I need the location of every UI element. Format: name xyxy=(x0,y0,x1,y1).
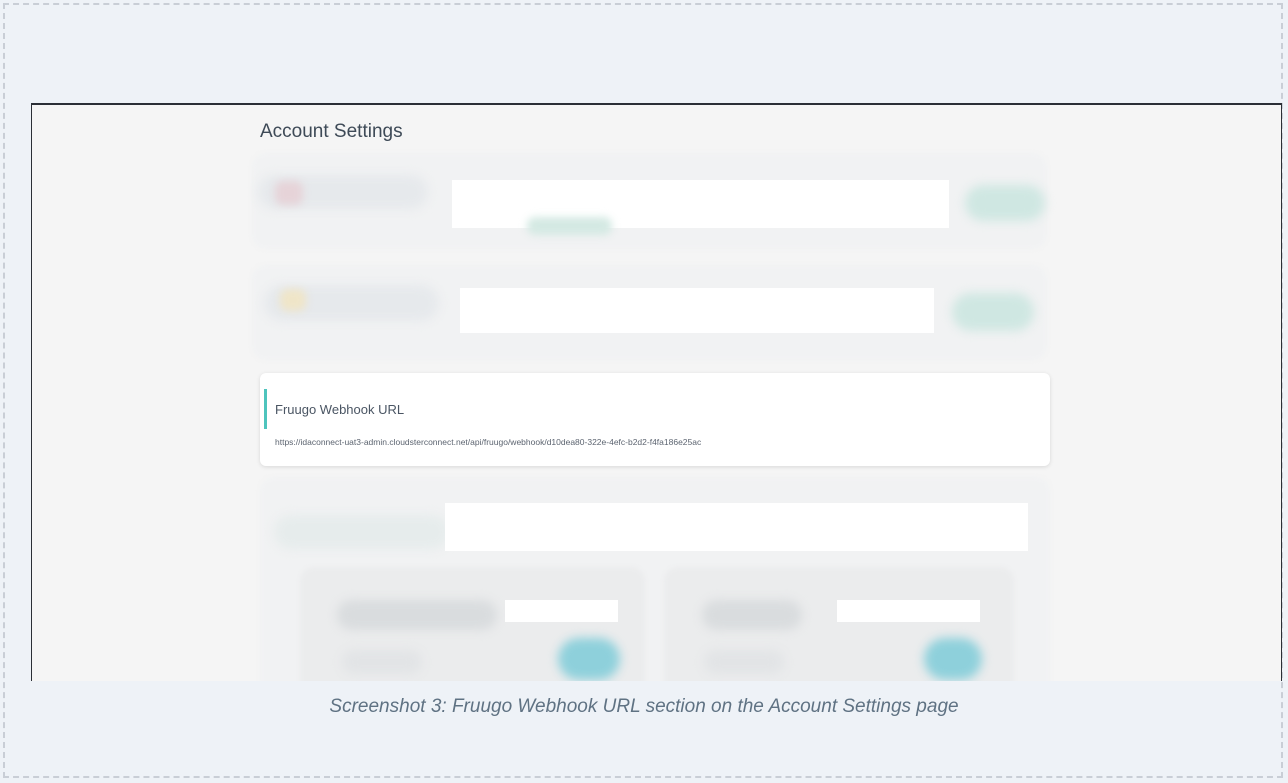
fruugo-webhook-card: Fruugo Webhook URL https://idaconnect-ua… xyxy=(260,373,1050,466)
blurred-subpanel-button[interactable] xyxy=(558,638,620,680)
blurred-header-strip xyxy=(445,503,1028,551)
blurred-subpanel-field xyxy=(837,600,980,622)
blurred-icon xyxy=(280,289,306,311)
blurred-subpanel-title xyxy=(702,600,802,630)
figure-caption: Screenshot 3: Fruugo Webhook URL section… xyxy=(329,696,959,717)
blurred-subpanel-button[interactable] xyxy=(924,638,982,680)
blurred-action-button[interactable] xyxy=(952,293,1034,331)
blurred-subpanel-item xyxy=(704,650,784,674)
page-title: Account Settings xyxy=(260,121,403,142)
blurred-action-button[interactable] xyxy=(965,185,1045,221)
fruugo-webhook-url[interactable]: https://idaconnect-uat3-admin.cloudsterc… xyxy=(275,437,701,447)
blurred-subpanel-item xyxy=(342,650,422,674)
blurred-input-field xyxy=(888,288,934,333)
blurred-section-header xyxy=(274,515,449,549)
card-accent-bar xyxy=(264,389,267,429)
blurred-subpanel-title xyxy=(337,600,497,630)
blurred-subpanel-field xyxy=(505,600,618,622)
blurred-input-field xyxy=(460,288,934,333)
blurred-icon xyxy=(275,181,303,205)
blurred-status xyxy=(527,217,612,235)
account-settings-screenshot: Account Settings Fruugo Webhook URL http… xyxy=(31,103,1282,681)
blurred-input-field xyxy=(628,195,949,227)
fruugo-webhook-label: Fruugo Webhook URL xyxy=(275,402,405,417)
